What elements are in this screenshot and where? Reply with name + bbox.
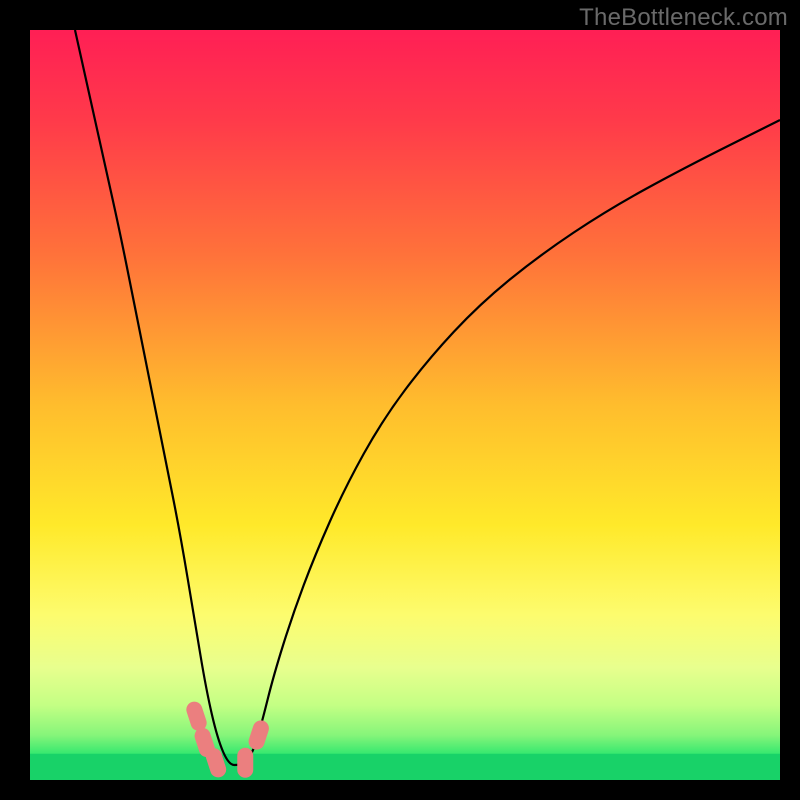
chart-svg — [30, 30, 780, 780]
curve-marker — [237, 748, 253, 778]
plot-area — [30, 30, 780, 780]
heatmap-background — [30, 30, 780, 780]
chart-frame: TheBottleneck.com — [0, 0, 800, 800]
baseline-band — [30, 754, 780, 780]
watermark-text: TheBottleneck.com — [579, 4, 788, 32]
